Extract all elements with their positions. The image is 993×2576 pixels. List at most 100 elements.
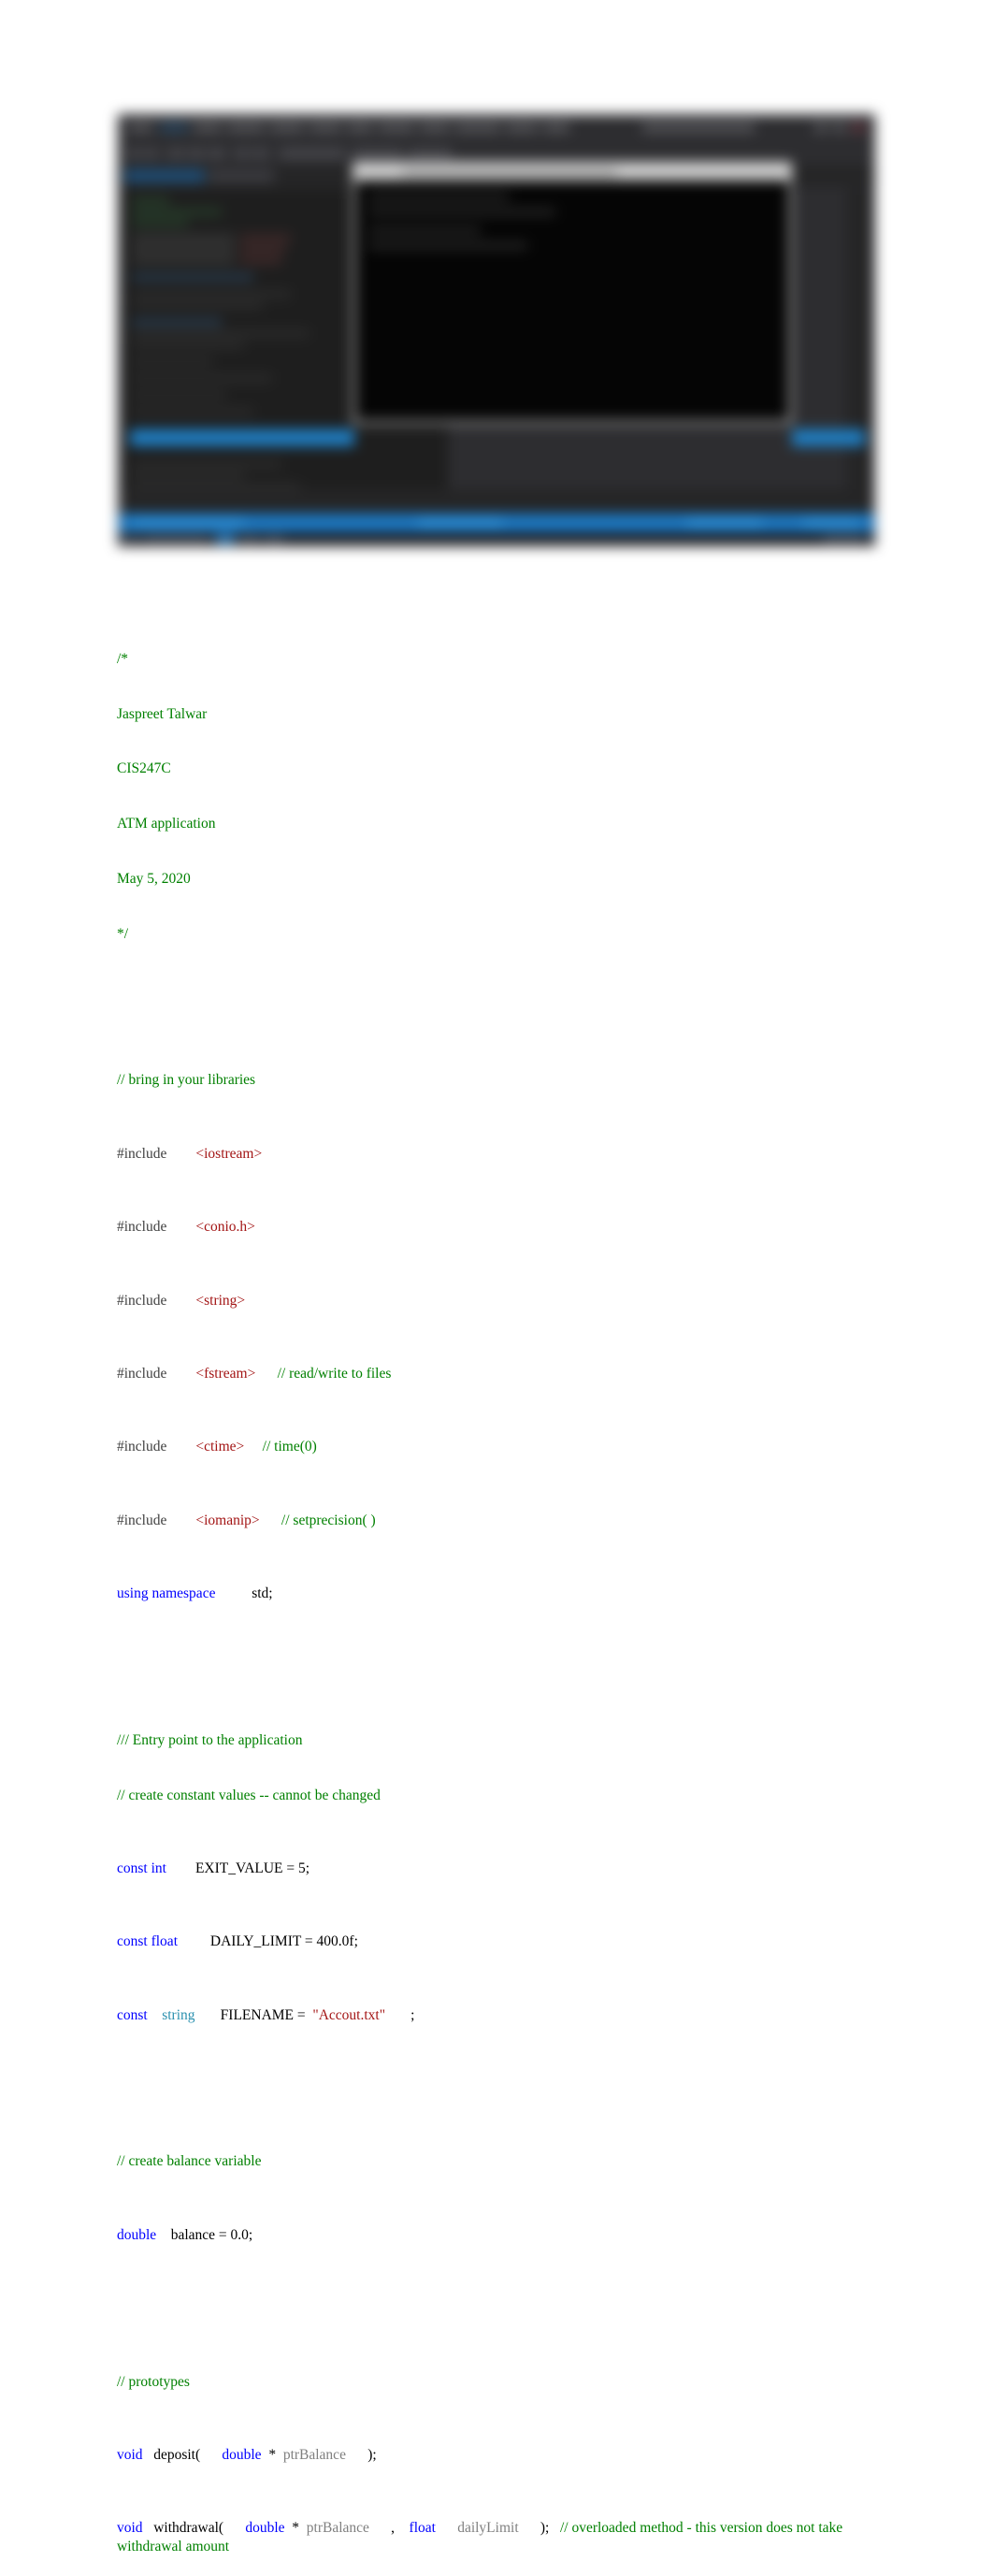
- menu-item-edit[interactable]: [160, 123, 188, 132]
- menu-item-project[interactable]: [227, 123, 265, 132]
- statement-terminator: ;: [410, 2006, 415, 2023]
- code-line: [132, 235, 235, 241]
- code-line: [132, 302, 263, 309]
- menu-item-extensions[interactable]: [455, 123, 500, 132]
- console-output-window[interactable]: [353, 162, 792, 424]
- status-ready-text: [132, 519, 244, 527]
- param-name-ptrbalance: ptrBalance: [306, 2520, 369, 2537]
- string-literal: "Accout.txt": [312, 2006, 386, 2023]
- const-declaration: FILENAME =: [220, 2006, 309, 2023]
- code-line-date: May 5, 2020: [117, 870, 191, 887]
- menu-item-help[interactable]: [543, 123, 569, 132]
- code-line: [240, 257, 281, 264]
- include-target: <conio.h>: [195, 1219, 255, 1236]
- taskbar-item-visual-studio[interactable]: [216, 535, 235, 543]
- console-body[interactable]: [355, 181, 789, 421]
- code-line-course: CIS247C: [117, 760, 171, 777]
- taskbar-search-box[interactable]: [143, 535, 209, 543]
- code-line-include-iostream: #include <iostream>: [117, 1145, 856, 1164]
- code-line: [240, 246, 285, 253]
- screenshot-figure: [112, 110, 879, 548]
- code-line-const-daily-limit: const float DAILY_LIMIT = 400.0f;: [117, 1932, 856, 1951]
- menu-item-build[interactable]: [270, 123, 304, 132]
- code-line-balance-decl: double balance = 0.0;: [117, 2226, 856, 2245]
- menu-item-test[interactable]: [347, 123, 373, 132]
- preprocessor-directive: #include: [117, 1365, 167, 1382]
- configuration-dropdown[interactable]: [353, 149, 403, 158]
- redo-icon[interactable]: [253, 149, 268, 158]
- back-icon[interactable]: [128, 149, 141, 158]
- code-line-const-filename: const string FILENAME = "Accout.txt" ;: [117, 2006, 856, 2025]
- const-declaration: EXIT_VALUE = 5;: [194, 1860, 310, 1876]
- code-line-const-exit-value: const int EXIT_VALUE = 5;: [117, 1860, 856, 1878]
- code-line-include-conio: #include <conio.h>: [117, 1218, 856, 1237]
- menu-item-debug[interactable]: [309, 123, 341, 132]
- code-line-include-fstream: #include <fstream> // read/write to file…: [117, 1365, 856, 1383]
- maximize-icon[interactable]: [833, 123, 846, 132]
- forward-icon[interactable]: [145, 149, 158, 158]
- inline-comment: // setprecision( ): [281, 1512, 376, 1528]
- new-file-icon[interactable]: [167, 149, 184, 158]
- search-box[interactable]: [642, 123, 755, 132]
- undo-icon[interactable]: [235, 149, 250, 158]
- param-comma: ,: [391, 2520, 396, 2537]
- include-target: <fstream>: [195, 1365, 256, 1382]
- code-line: [132, 274, 253, 281]
- tab-secondary-file[interactable]: [209, 169, 274, 182]
- menu-bar[interactable]: [119, 115, 874, 141]
- start-debug-button[interactable]: [280, 149, 345, 158]
- code-line: [132, 472, 244, 479]
- menu-item-file[interactable]: [128, 123, 152, 132]
- minimize-icon[interactable]: [814, 123, 828, 132]
- taskbar-item-explorer[interactable]: [240, 535, 259, 543]
- code-line-comment-close: */: [117, 925, 129, 942]
- windows-taskbar[interactable]: [119, 532, 874, 545]
- menu-item-analyze[interactable]: [379, 123, 414, 132]
- code-line: [132, 461, 281, 468]
- selected-solution-item[interactable]: [792, 429, 865, 446]
- function-name-deposit: deposit(: [153, 2446, 201, 2463]
- code-line: [132, 330, 309, 337]
- include-target: <ctime>: [195, 1439, 245, 1455]
- start-button-icon[interactable]: [124, 535, 137, 543]
- console-line: [368, 227, 481, 234]
- code-line-balance-comment: // create balance variable: [117, 2153, 262, 2170]
- preprocessor-directive: #include: [117, 1145, 167, 1162]
- output-pane[interactable]: [122, 489, 871, 514]
- selected-code-line[interactable]: [130, 429, 354, 446]
- menu-item-view[interactable]: [194, 123, 222, 132]
- inline-comment: // read/write to files: [277, 1365, 392, 1382]
- status-source-control: [687, 519, 762, 527]
- pointer-star: *: [292, 2520, 300, 2537]
- solution-explorer-pane[interactable]: [792, 188, 871, 489]
- param-type-double: double: [222, 2446, 262, 2463]
- preprocessor-directive: #include: [117, 1219, 167, 1236]
- code-line: [132, 319, 222, 326]
- param-name-ptrbalance: ptrBalance: [282, 2446, 346, 2463]
- menu-item-tools[interactable]: [420, 123, 450, 132]
- code-line: [240, 235, 291, 241]
- tab-source-file[interactable]: [124, 169, 205, 182]
- param-type-double: double: [245, 2520, 285, 2537]
- open-file-icon[interactable]: [188, 149, 205, 158]
- save-icon[interactable]: [209, 149, 225, 158]
- variable-declaration: balance = 0.0;: [170, 2226, 253, 2243]
- pointer-star: *: [268, 2446, 277, 2463]
- platform-dropdown[interactable]: [409, 149, 452, 158]
- taskbar-item-browser[interactable]: [265, 535, 283, 543]
- include-target: <string>: [195, 1292, 246, 1309]
- code-line-prototype-withdrawal-2: void withdrawal( double * ptrBalance , f…: [117, 2519, 856, 2555]
- menu-item-window[interactable]: [506, 123, 538, 132]
- console-title-bar: [355, 165, 789, 181]
- code-line-using-namespace: using namespace std;: [117, 1585, 856, 1603]
- taskbar-clock: [824, 535, 865, 543]
- const-declaration: DAILY_LIMIT = 400.0f;: [209, 1933, 358, 1950]
- code-line: [132, 341, 244, 348]
- prototype-close: );: [540, 2520, 550, 2537]
- close-icon[interactable]: [852, 123, 865, 132]
- code-line: [132, 197, 169, 204]
- param-name-dailylimit: dailyLimit: [457, 2520, 519, 2537]
